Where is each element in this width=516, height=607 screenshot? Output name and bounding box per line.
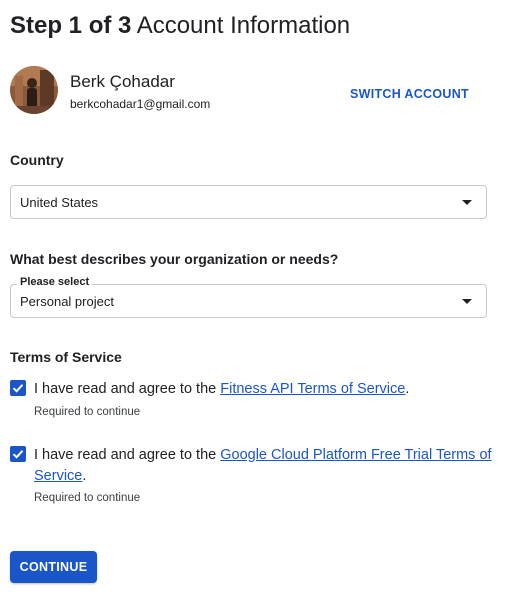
country-select[interactable]: United States xyxy=(10,185,487,219)
checkmark-icon xyxy=(12,450,24,459)
country-select-value: United States xyxy=(20,195,99,210)
page-heading: Account Information xyxy=(136,12,351,39)
gcp-terms-checkbox[interactable] xyxy=(10,446,26,462)
fitness-terms-text: I have read and agree to the Fitness API… xyxy=(34,379,494,400)
terms-prefix: I have read and agree to the xyxy=(34,447,221,463)
dropdown-arrow-icon xyxy=(462,299,472,304)
organization-label: What best describes your organization or… xyxy=(10,251,339,267)
fitness-terms-hint: Required to continue xyxy=(34,406,141,418)
organization-select[interactable]: Please select Personal project xyxy=(10,276,487,318)
account-section: Berk Çohadar berkcohadar1@gmail.com SWIT… xyxy=(10,66,490,116)
switch-account-button[interactable]: SWITCH ACCOUNT xyxy=(350,87,469,101)
terms-suffix: . xyxy=(82,468,87,484)
fitness-terms-checkbox[interactable] xyxy=(10,380,26,396)
step-indicator: Step 1 of 3 xyxy=(10,12,132,39)
fitness-api-terms-link[interactable]: Fitness API Terms of Service xyxy=(220,381,405,397)
gcp-terms-hint: Required to continue xyxy=(34,492,141,504)
organization-select-value: Personal project xyxy=(20,294,114,309)
organization-select-float-label: Please select xyxy=(17,276,93,288)
terms-prefix: I have read and agree to the xyxy=(34,381,221,397)
dropdown-arrow-icon xyxy=(462,200,472,205)
account-name: Berk Çohadar xyxy=(70,72,175,91)
avatar xyxy=(10,66,58,114)
account-email: berkcohadar1@gmail.com xyxy=(70,97,211,111)
country-label: Country xyxy=(10,152,64,168)
gcp-terms-text: I have read and agree to the Google Clou… xyxy=(34,445,494,487)
continue-button[interactable]: CONTINUE xyxy=(10,551,97,583)
checkmark-icon xyxy=(12,384,24,393)
terms-suffix: . xyxy=(405,381,410,397)
terms-heading: Terms of Service xyxy=(10,349,122,365)
page-title: Step 1 of 3 Account Information xyxy=(10,10,350,42)
